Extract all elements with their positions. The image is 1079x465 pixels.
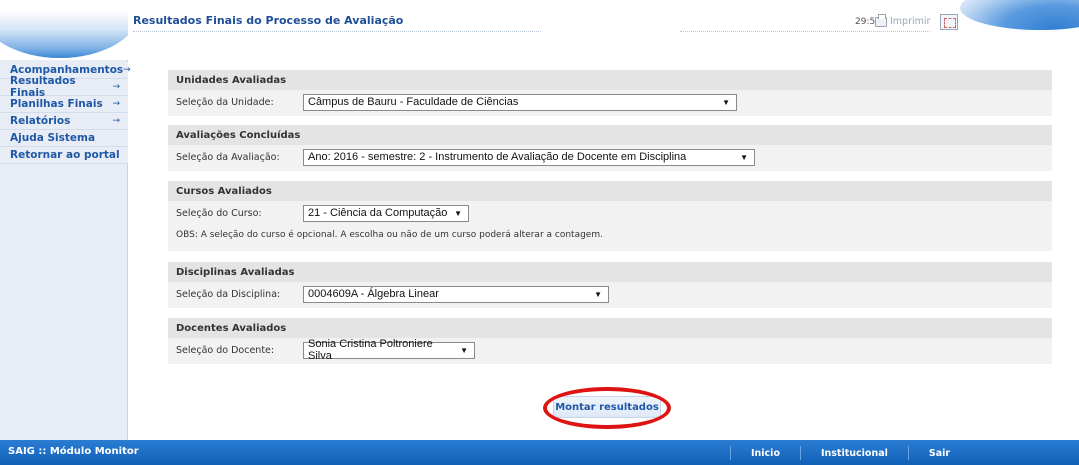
footer-link-institucional[interactable]: Institucional (799, 446, 908, 460)
panel-unidades: Unidades Avaliadas Seleção da Unidade: C… (168, 70, 1052, 116)
chevron-down-icon: ▼ (594, 289, 602, 299)
header-swoosh-graphic (960, 0, 1079, 30)
sidebar-item-retornar-portal[interactable]: Retornar ao portal (0, 147, 128, 164)
select-value: 21 - Ciência da Computação (308, 207, 448, 219)
sidebar-item-label: Ajuda Sistema (10, 132, 96, 144)
panel-header: Docentes Avaliados (168, 318, 1052, 338)
print-label: Imprimir (890, 16, 931, 27)
panel-avaliacoes: Avaliações Concluídas Seleção da Avaliaç… (168, 125, 1052, 171)
footer-link-inicio[interactable]: Inicio (730, 446, 800, 460)
footer-nav: Inicio Institucional Sair (730, 446, 970, 460)
sidebar-item-relatorios[interactable]: Relatórios → (0, 113, 128, 130)
panel-cursos: Cursos Avaliados Seleção do Curso: 21 - … (168, 181, 1052, 251)
sidebar-menu: Acompanhamentos → Resultados Finais → Pl… (0, 62, 131, 164)
select-value: Câmpus de Bauru - Faculdade de Ciências (308, 96, 519, 108)
field-label: Seleção do Curso: (176, 207, 262, 219)
submit-area: Montar resultados (543, 387, 671, 429)
unidade-select[interactable]: Câmpus de Bauru - Faculdade de Ciências … (303, 93, 737, 111)
divider (680, 31, 930, 32)
panel-header: Unidades Avaliadas (168, 70, 1052, 90)
field-label: Seleção da Unidade: (176, 96, 274, 108)
chevron-down-icon: ▼ (722, 97, 730, 107)
field-label: Seleção da Disciplina: (176, 288, 281, 300)
montar-resultados-button[interactable]: Montar resultados (553, 396, 661, 418)
chevron-down-icon: ▼ (454, 208, 462, 218)
footer-bar: SAIG :: Módulo Monitor Inicio Institucio… (0, 440, 1079, 465)
chevron-down-icon: ▼ (740, 152, 748, 162)
sidebar: Acompanhamentos → Resultados Finais → Pl… (0, 0, 131, 440)
select-value: Sonia Cristina Poltroniere Silva (308, 338, 433, 362)
select-value: Ano: 2016 - semestre: 2 - Instrumento de… (308, 151, 687, 163)
panel-header: Avaliações Concluídas (168, 125, 1052, 145)
sidebar-item-label: Planilhas Finais (10, 98, 103, 110)
divider (133, 31, 541, 32)
footer-brand: SAIG :: Módulo Monitor (8, 446, 139, 457)
sidebar-item-label: Relatórios (10, 115, 71, 127)
field-label: Seleção do Docente: (176, 344, 275, 356)
page-title: Resultados Finais do Processo de Avaliaç… (133, 14, 404, 27)
panel-header: Disciplinas Avaliadas (168, 262, 1052, 282)
sidebar-item-label: Retornar ao portal (10, 149, 120, 161)
sidebar-item-ajuda-sistema[interactable]: Ajuda Sistema (0, 130, 128, 147)
footer-link-sair[interactable]: Sair (907, 446, 970, 460)
arrow-right-icon: → (112, 99, 120, 109)
select-value: 0004609A - Álgebra Linear (308, 288, 439, 300)
disciplina-select[interactable]: 0004609A - Álgebra Linear ▼ (303, 285, 609, 303)
curso-select[interactable]: 21 - Ciência da Computação ▼ (303, 204, 469, 222)
arrow-right-icon: → (123, 65, 131, 75)
avaliacao-select[interactable]: Ano: 2016 - semestre: 2 - Instrumento de… (303, 148, 755, 166)
arrow-right-icon: → (112, 82, 120, 92)
chevron-down-icon: ▼ (460, 345, 468, 355)
logo-wave-graphic (0, 10, 128, 58)
print-button[interactable]: Imprimir (875, 13, 931, 27)
panel-docentes: Docentes Avaliados Seleção do Docente: S… (168, 318, 1052, 364)
panel-disciplinas: Disciplinas Avaliadas Seleção da Discipl… (168, 262, 1052, 308)
panel-header: Cursos Avaliados (168, 181, 1052, 201)
arrow-right-icon: → (112, 116, 120, 126)
sidebar-item-resultados-finais[interactable]: Resultados Finais → (0, 75, 128, 99)
printer-icon (875, 13, 887, 27)
curso-note: OBS: A seleção do curso é opcional. A es… (176, 230, 603, 240)
field-label: Seleção da Avaliação: (176, 151, 280, 163)
docente-select[interactable]: Sonia Cristina Poltroniere Silva ▼ (303, 338, 475, 362)
app-root: Acompanhamentos → Resultados Finais → Pl… (0, 0, 1079, 465)
logo (0, 0, 128, 60)
fullscreen-icon[interactable] (940, 14, 958, 30)
sidebar-item-label: Resultados Finais (10, 75, 76, 99)
